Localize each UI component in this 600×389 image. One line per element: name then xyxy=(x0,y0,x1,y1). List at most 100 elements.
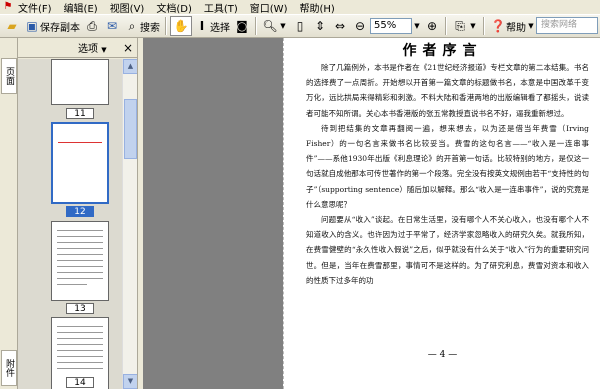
menu-edit[interactable]: 编辑(E) xyxy=(64,0,98,15)
magnifier-icon: 🔍︎ xyxy=(262,19,278,33)
tab-attachments[interactable]: 附件 xyxy=(1,350,17,386)
menu-tools[interactable]: 工具(T) xyxy=(204,0,238,15)
paragraph: 除了几篇例外，本书是作者在《21世纪经济报道》专栏文章的第二本结集。书名的选择费… xyxy=(306,63,589,118)
open-button[interactable]: ▰ xyxy=(2,16,22,36)
page-title: 作者序言 xyxy=(402,43,483,59)
document-page: 作者序言 除了几篇例外，本书是作者在《21世纪经济报道》专栏文章的第二本结集。书… xyxy=(283,38,600,389)
thumb-rule xyxy=(58,142,102,143)
thumb-text xyxy=(57,254,103,255)
thumb-text xyxy=(57,356,103,357)
help-icon: ❓ xyxy=(490,19,506,33)
scroll-down-button[interactable]: ▼ xyxy=(123,374,138,389)
page-body: 除了几篇例外，本书是作者在《21世纪经济报道》专栏文章的第二本结集。书名的选择费… xyxy=(306,60,589,288)
save-copy-label: 保存副本 xyxy=(40,22,80,34)
tab-pages[interactable]: 页面 xyxy=(1,58,17,94)
thumb-text xyxy=(57,284,87,285)
pages-panel-header: 选项 ▼ × xyxy=(18,38,137,58)
zoom-out-button[interactable]: ⊖ xyxy=(350,16,370,36)
fit-width-icon: ⇔ xyxy=(334,19,346,33)
scrollbar-thumb[interactable] xyxy=(124,99,137,159)
paragraph: 待到把结集的文章再翻阅一遍，想来想去，以为还是借当年费雪（Irving Fish… xyxy=(306,123,589,209)
search-label: 搜索 xyxy=(140,22,160,34)
thumbnail-scrollbar[interactable]: ▲ ▼ xyxy=(122,59,138,389)
hand-tool-button[interactable]: ✋ xyxy=(170,16,192,36)
thumbnail-list: 11 12 13 14 xyxy=(18,59,122,389)
thumb-text xyxy=(57,248,103,249)
page-thumbnail-13[interactable] xyxy=(51,221,109,301)
zoom-in-tool-button[interactable]: 🔍︎ ▼ xyxy=(260,16,290,36)
search-web-input[interactable]: 搜索网络 xyxy=(536,17,598,34)
toolbar-separator xyxy=(165,17,167,35)
page-label-13: 13 xyxy=(66,303,94,314)
rotate-page-icon: ⎘ xyxy=(455,18,465,33)
snapshot-button[interactable]: ◙ xyxy=(232,16,252,36)
toolbar-separator xyxy=(445,17,447,35)
menu-help[interactable]: 帮助(H) xyxy=(299,0,334,15)
thumb-text xyxy=(57,338,103,339)
menu-view[interactable]: 视图(V) xyxy=(110,0,145,15)
page-thumbnail-11[interactable] xyxy=(51,59,109,105)
scroll-up-button[interactable]: ▲ xyxy=(123,59,138,74)
fit-page-button[interactable]: ⇕ xyxy=(310,16,330,36)
menu-file[interactable]: 文件(F) xyxy=(18,0,52,15)
thumb-text xyxy=(57,230,103,231)
rotate-button[interactable]: ⎘ ▼ xyxy=(450,16,480,36)
thumb-text xyxy=(57,278,103,279)
thumb-text xyxy=(57,260,103,261)
thumb-text xyxy=(57,272,103,273)
email-button[interactable]: ✉ xyxy=(102,16,122,36)
text-cursor-icon: I xyxy=(199,19,205,33)
navigation-tabs: 页面 附件 xyxy=(0,38,18,389)
page-label-11: 11 xyxy=(66,108,94,119)
thumb-text xyxy=(57,368,103,369)
email-icon: ✉ xyxy=(106,19,118,33)
thumb-text xyxy=(57,236,103,237)
select-label: 选择 xyxy=(210,22,230,34)
toolbar-separator xyxy=(483,17,485,35)
folder-icon: ▰ xyxy=(7,19,17,33)
thumb-text xyxy=(57,350,103,351)
page-label-12: 12 xyxy=(66,206,94,217)
toolbar-separator xyxy=(255,17,257,35)
document-viewer: 作者序言 除了几篇例外，本书是作者在《21世纪经济报道》专栏文章的第二本结集。书… xyxy=(143,38,600,389)
menu-document[interactable]: 文档(D) xyxy=(156,0,192,15)
binoculars-icon: ⌕ xyxy=(128,18,136,33)
zoom-in-button[interactable]: ⊕ xyxy=(422,16,442,36)
chevron-down-icon: ▼ xyxy=(101,46,107,54)
thumb-text xyxy=(57,362,103,363)
thumb-text xyxy=(57,266,103,267)
actual-size-icon: ▯ xyxy=(296,19,304,33)
toolbar: ▰ ▣ 保存副本 ⎙ ✉ ⌕ 搜索 ✋ I 选择 ◙ 🔍︎ ▼ ▯ ⇕ ⇔ ⊖ 55% … xyxy=(0,14,600,38)
print-button[interactable]: ⎙ xyxy=(82,16,102,36)
paragraph: 问题要从“收入”谈起。在日常生活里，没有哪个人不关心收入，也没有哪个人不知道收入… xyxy=(306,215,589,285)
select-tool-button[interactable]: I 选择 xyxy=(192,16,232,36)
chevron-down-icon: ▼ xyxy=(528,22,534,30)
help-button[interactable]: ❓ 帮助 ▼ xyxy=(488,16,538,36)
camera-icon: ◙ xyxy=(236,19,248,33)
help-label: 帮助 xyxy=(506,22,526,34)
thumb-text xyxy=(57,332,103,333)
chevron-down-icon: ▼ xyxy=(470,22,476,30)
app-logo-icon: ⚑ xyxy=(3,1,13,12)
thumb-text xyxy=(57,326,103,327)
fit-page-icon: ⇕ xyxy=(314,19,326,33)
chevron-down-icon: ▼ xyxy=(280,22,286,30)
page-thumbnail-12[interactable] xyxy=(51,122,109,204)
plus-circle-icon: ⊕ xyxy=(426,19,438,33)
save-copy-button[interactable]: ▣ 保存副本 xyxy=(22,16,82,36)
zoom-level-field[interactable]: 55% xyxy=(370,18,412,34)
close-panel-button[interactable]: × xyxy=(123,41,133,55)
zoom-dropdown[interactable]: ▼ xyxy=(412,18,422,34)
options-label: 选项 xyxy=(78,44,98,55)
thumb-text xyxy=(57,344,103,345)
search-button[interactable]: ⌕ 搜索 xyxy=(122,16,162,36)
save-icon: ▣ xyxy=(26,19,38,33)
minus-circle-icon: ⊖ xyxy=(354,19,366,33)
actual-size-button[interactable]: ▯ xyxy=(290,16,310,36)
pages-panel: 选项 ▼ × 11 12 13 14 ▲ ▼ xyxy=(18,38,138,389)
menu-window[interactable]: 窗口(W) xyxy=(250,0,288,15)
page-label-14: 14 xyxy=(66,377,94,388)
fit-width-button[interactable]: ⇔ xyxy=(330,16,350,36)
hand-icon: ✋ xyxy=(173,19,189,33)
options-menu[interactable]: 选项 ▼ xyxy=(78,40,107,55)
